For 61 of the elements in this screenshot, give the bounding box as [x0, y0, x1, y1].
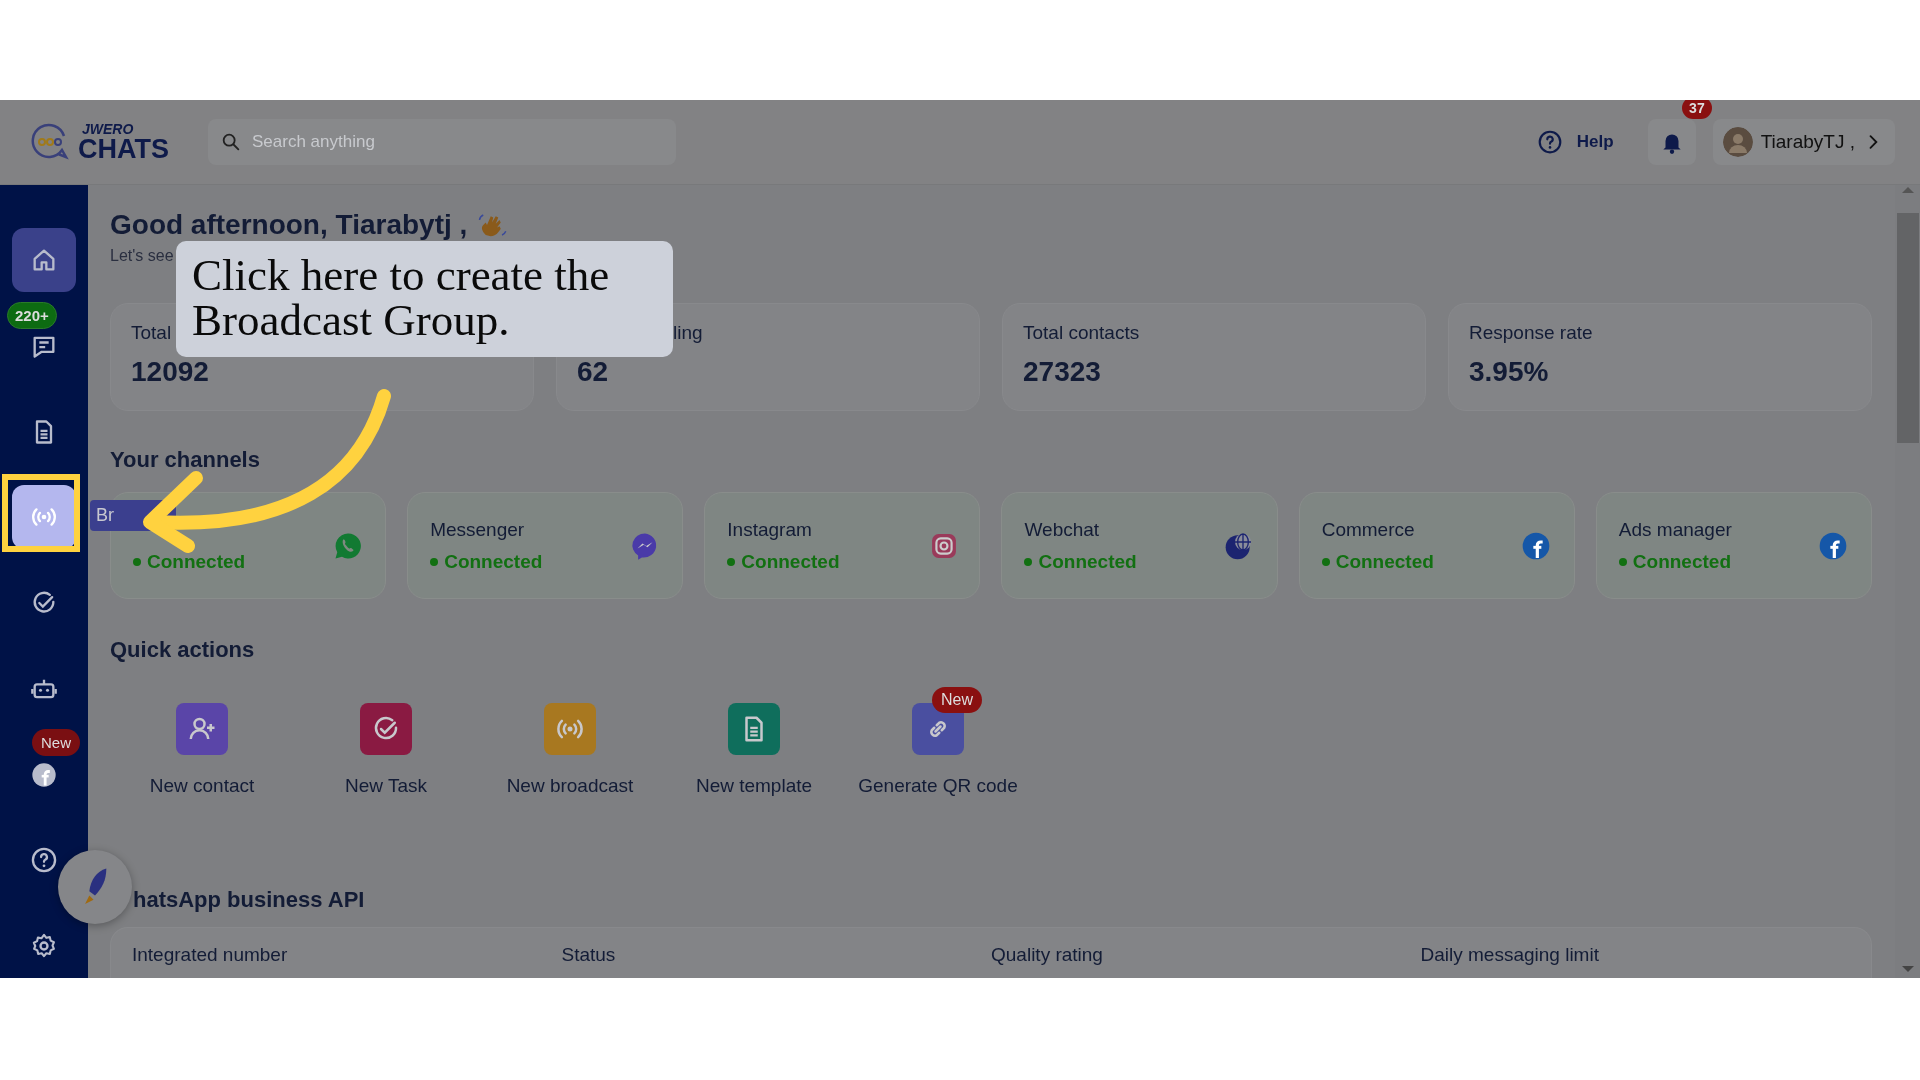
- stat-value: 12092: [131, 356, 209, 388]
- channel-card[interactable]: Commerce Connected: [1298, 492, 1575, 599]
- stat-value: 27323: [1023, 356, 1101, 388]
- sidebar-item[interactable]: [30, 760, 58, 789]
- search-icon: [220, 131, 242, 153]
- channel-card[interactable]: Messenger Connected: [407, 492, 684, 599]
- channel-name: Messenger: [430, 518, 525, 541]
- scrollbar-thumb[interactable]: [1896, 213, 1919, 443]
- launcher-button[interactable]: [58, 850, 132, 924]
- status-text: Connected: [727, 550, 840, 573]
- logo-text: JWERO: [82, 121, 135, 136]
- status-text: Connected: [1321, 550, 1434, 573]
- stat-label: Response rate: [1469, 322, 1593, 344]
- channel-name: Webchat: [1024, 518, 1100, 541]
- column-header: Integrated number: [132, 944, 288, 966]
- phone-bubble-icon: [333, 530, 364, 561]
- channel-card[interactable]: Instagram Connected: [704, 492, 981, 599]
- stat-label: Total: [131, 322, 172, 344]
- column-header: Status: [561, 944, 616, 966]
- section-heading: Your channels: [110, 447, 260, 473]
- count-badge: New: [32, 728, 80, 756]
- column-header: Daily messaging limit: [1420, 944, 1599, 966]
- user-menu-button[interactable]: TiarabyTJ ,: [1712, 119, 1895, 165]
- search-field[interactable]: Search anything: [208, 119, 676, 165]
- stat-label: ling: [673, 322, 703, 344]
- greeting-heading: Good afternoon, Tiarabytj ,: [110, 209, 468, 241]
- sidebar-item[interactable]: [12, 228, 76, 292]
- notification-count: 37: [1682, 100, 1712, 119]
- help-icon: [1536, 129, 1563, 155]
- quick-action[interactable]: New Task: [294, 703, 478, 797]
- stat-label: Total contacts: [1023, 322, 1140, 344]
- camera-icon: [931, 532, 958, 559]
- channel-card[interactable]: Webchat Connected: [1001, 492, 1278, 599]
- subtitle-text: Let's see: [110, 247, 174, 265]
- stat-value: 62: [577, 356, 609, 388]
- chat-logo-icon: [30, 122, 70, 162]
- section-heading: Quick actions: [110, 637, 255, 663]
- help-button[interactable]: Help: [1536, 129, 1614, 155]
- facebook-icon: [30, 760, 58, 789]
- status-text: Connected: [430, 550, 543, 573]
- quick-action[interactable]: New contact: [110, 703, 294, 797]
- notifications-button[interactable]: [1647, 119, 1696, 165]
- channel-name: Instagram: [727, 518, 812, 541]
- quick-action[interactable]: New template: [662, 703, 846, 797]
- quick-action[interactable]: New broadcast: [478, 703, 662, 797]
- channel-name: Ads manager: [1618, 518, 1732, 541]
- stat-value: 3.95%: [1469, 356, 1549, 388]
- new-badge: New: [932, 687, 982, 713]
- status-text: Connected: [133, 550, 246, 573]
- channel-name: Commerce: [1321, 518, 1415, 541]
- count-badge: 220+: [7, 302, 57, 329]
- section-heading: hatsApp business API: [133, 887, 365, 913]
- callout-text: Click here to create the Broadcast Group.: [176, 241, 673, 357]
- channel-card[interactable]: Ads manager Connected: [1595, 492, 1872, 599]
- column-header: Quality rating: [991, 944, 1103, 966]
- sidebar-item[interactable]: [30, 846, 58, 875]
- help-icon: [30, 846, 58, 875]
- status-text: Connected: [1024, 550, 1137, 573]
- status-text: Connected: [1618, 550, 1731, 573]
- avatar-icon: [1722, 127, 1753, 157]
- logo-text: CHATS: [78, 135, 169, 163]
